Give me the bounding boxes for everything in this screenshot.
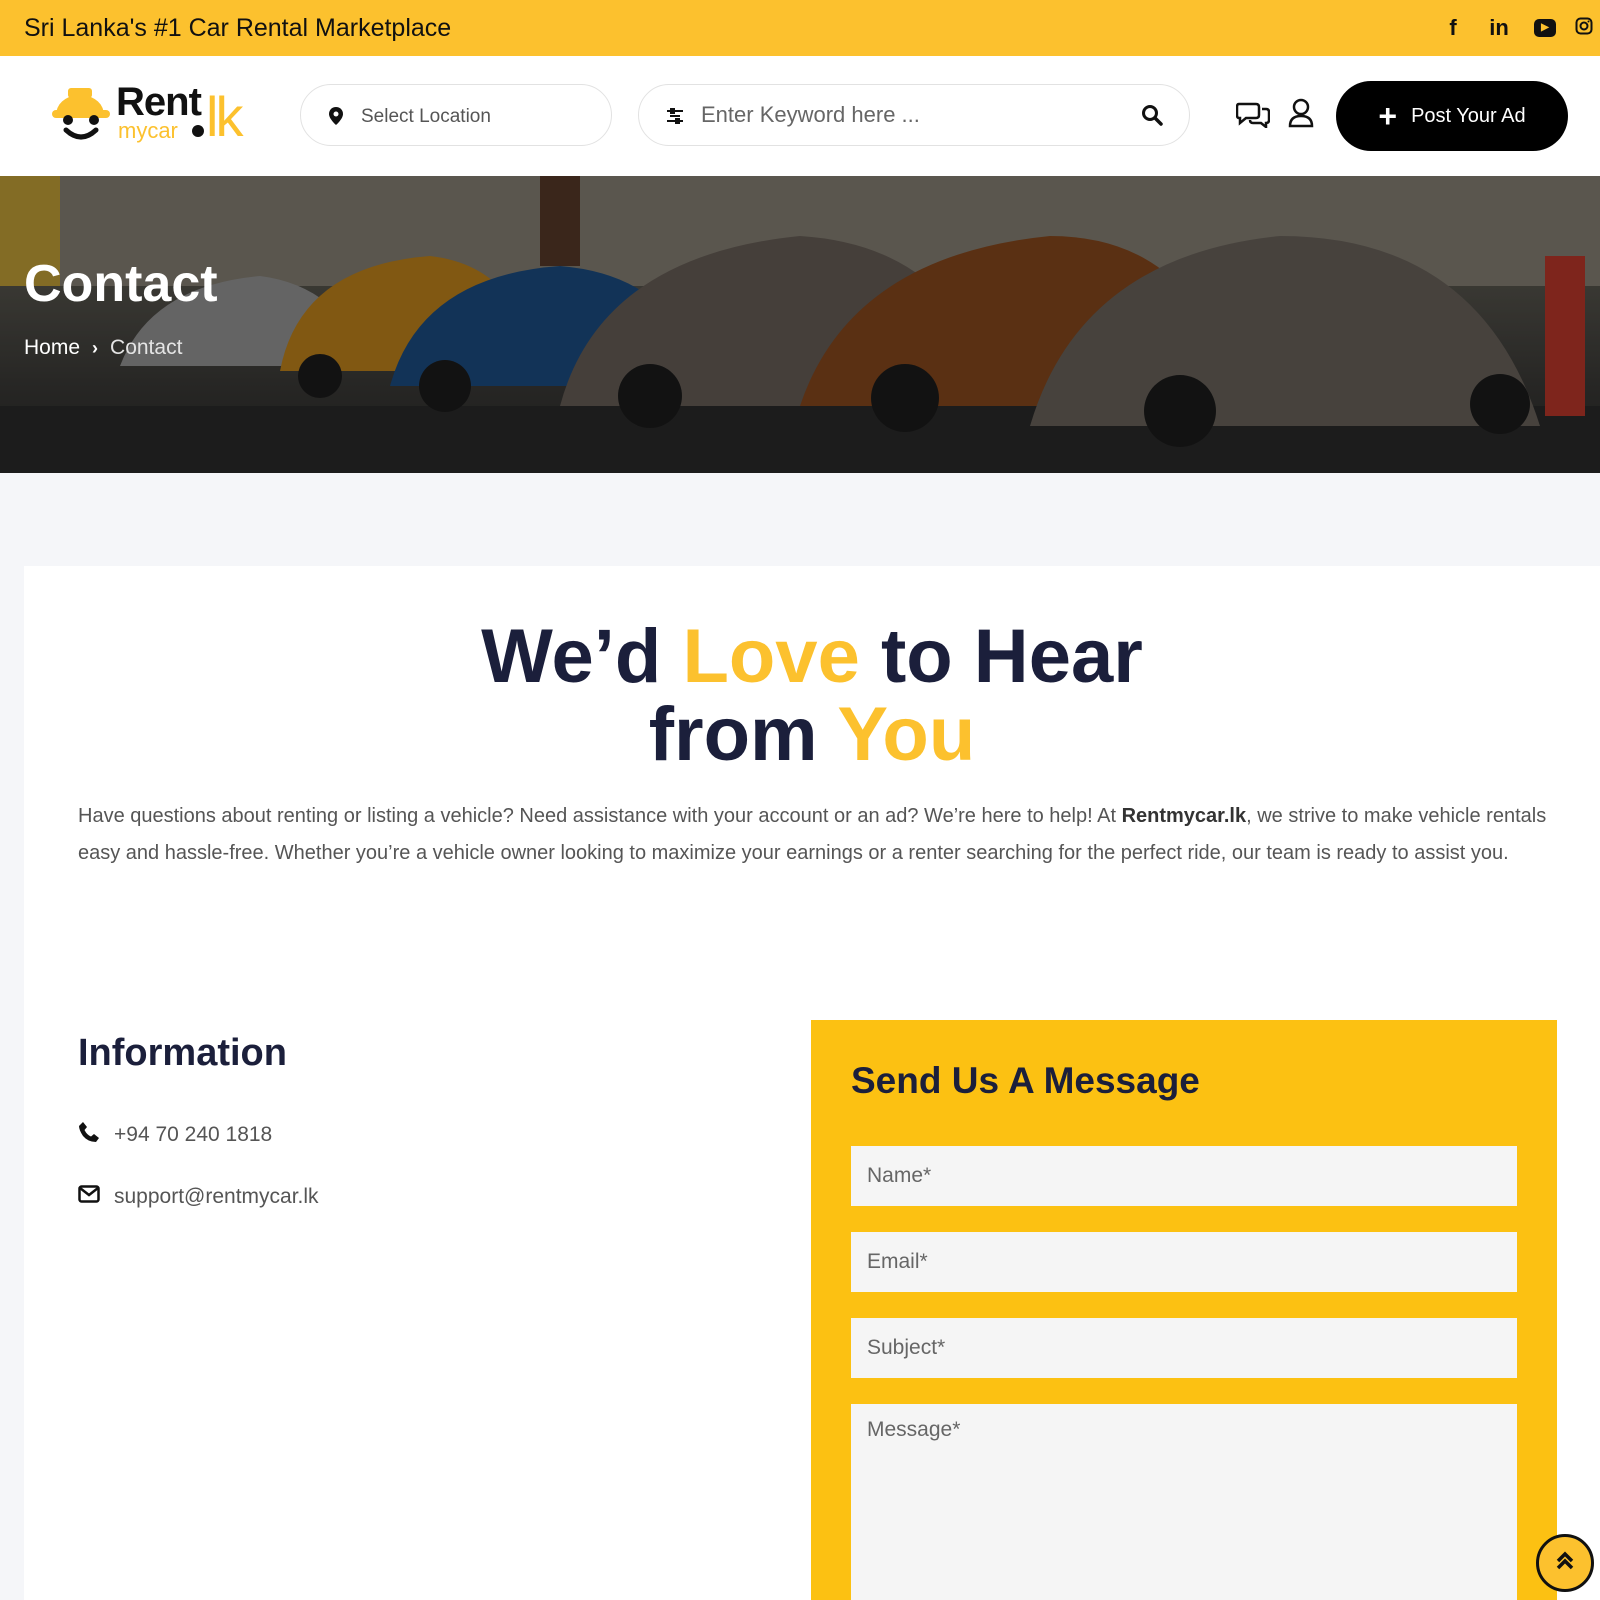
contact-card: We’d Love to Hear from You Have question… [24,566,1600,1600]
double-chevron-up-icon [1556,1551,1574,1576]
intro-text-before: Have questions about renting or listing … [78,805,1122,827]
breadcrumb-home[interactable]: Home [24,336,80,360]
form-title: Send Us A Message [851,1060,1200,1101]
email-row[interactable]: support@rentmycar.lk [78,1185,319,1209]
logo-dot [192,125,204,137]
keyword-search [638,84,1190,146]
chevron-right-icon: › [92,337,99,358]
user-account-icon[interactable] [1288,98,1314,133]
site-header: Rent mycar lk Select Location + Post You… [0,56,1600,176]
email-address: support@rentmycar.lk [114,1185,319,1208]
hero-overlay [0,176,1600,473]
email-field[interactable] [851,1232,1517,1292]
hero-banner: Contact Home › Contact [0,176,1600,473]
location-label: Select Location [361,106,491,127]
chat-icon[interactable] [1235,100,1271,133]
breadcrumb: Home › Contact [24,336,182,360]
youtube-icon[interactable]: ▶ [1534,19,1556,37]
message-form: Send Us A Message [811,1020,1557,1600]
instagram-icon[interactable] [1568,14,1600,42]
subject-field[interactable] [851,1318,1517,1378]
scroll-to-top-button[interactable] [1536,1534,1594,1592]
intro-brand: Rentmycar.lk [1121,805,1247,827]
intro-paragraph: Have questions about renting or listing … [78,798,1558,872]
heading-part2: to Hear [859,614,1143,699]
contact-heading: We’d Love to Hear from You [24,618,1600,774]
phone-row[interactable]: +94 70 240 1818 [78,1121,272,1149]
envelope-icon [78,1185,100,1209]
tagline: Sri Lanka's #1 Car Rental Marketplace [24,14,452,42]
name-field[interactable] [851,1146,1517,1206]
heading-accent-love: Love [682,614,860,699]
heading-part3: from [648,692,838,777]
phone-icon [78,1121,100,1149]
location-select[interactable]: Select Location [300,84,612,146]
phone-number: +94 70 240 1818 [114,1123,273,1146]
logo-mycar: mycar [118,118,178,143]
search-icon[interactable] [1141,104,1163,131]
linkedin-icon[interactable]: in [1476,14,1522,42]
map-pin-icon [329,107,343,130]
heading-part1: We’d [481,614,683,699]
page-title: Contact [24,255,218,313]
facebook-icon[interactable]: f [1430,14,1476,42]
social-links: f in ▶ [1430,14,1600,42]
site-logo[interactable]: Rent mycar lk [50,80,260,148]
post-your-ad-button[interactable]: + Post Your Ad [1336,81,1568,151]
heading-accent-you: You [837,692,976,777]
top-bar: Sri Lanka's #1 Car Rental Marketplace f … [0,0,1600,56]
information-title: Information [78,1032,287,1074]
logo-tld: lk [206,85,243,148]
post-your-ad-label: Post Your Ad [1411,104,1526,127]
keyword-input[interactable] [701,99,1121,131]
breadcrumb-current: Contact [110,336,183,359]
filter-icon[interactable] [665,106,685,131]
plus-icon: + [1378,98,1398,134]
message-field[interactable] [851,1404,1517,1600]
